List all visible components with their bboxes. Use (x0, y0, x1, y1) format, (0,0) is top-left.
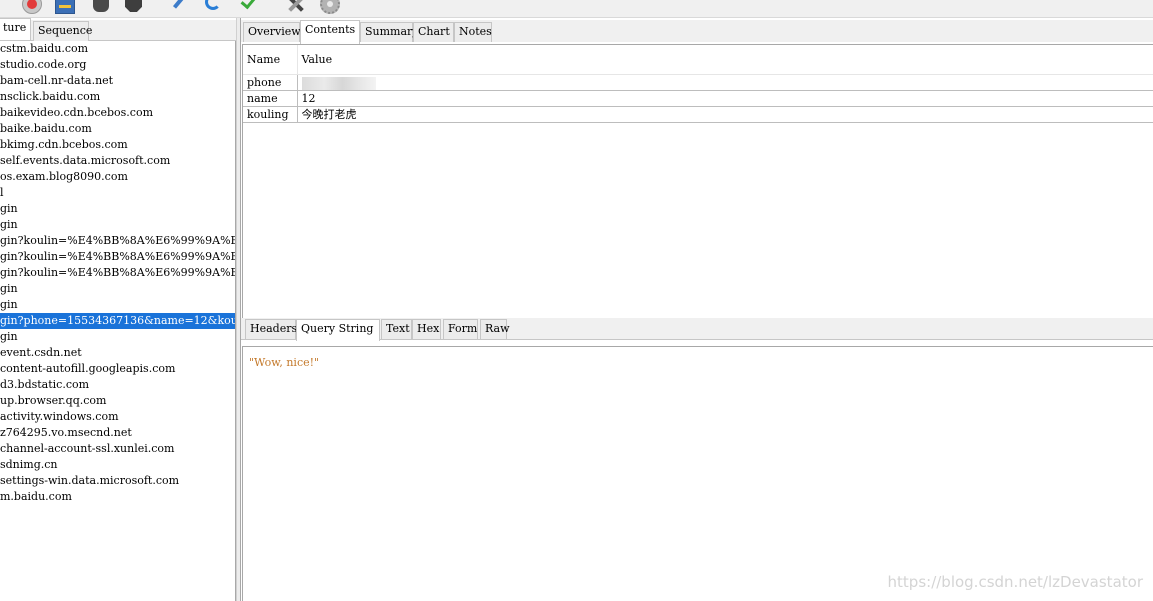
session-item[interactable]: gin (0, 297, 235, 313)
repeat-icon[interactable] (205, 0, 221, 10)
tab-summary[interactable]: Summary (360, 22, 419, 42)
clear-icon[interactable] (93, 0, 109, 12)
param-name: name (243, 90, 298, 107)
tab-raw[interactable]: Raw (480, 319, 510, 339)
session-item[interactable]: m.baidu.com (0, 489, 235, 505)
tab-hex[interactable]: Hex (412, 319, 441, 339)
session-item[interactable]: gin (0, 281, 235, 297)
throttle-icon[interactable] (55, 0, 75, 14)
record-icon[interactable] (22, 0, 42, 14)
response-tab-strip: Headers Query String Text Hex Form Raw (241, 318, 1153, 341)
params-table: Name Value phone name 12 kouling 今晚打老虎 (243, 45, 1153, 123)
session-item[interactable]: cstm.baidu.com (0, 41, 235, 57)
session-item[interactable]: settings-win.data.microsoft.com (0, 473, 235, 489)
session-item[interactable]: gin (0, 217, 235, 233)
stop-icon[interactable] (125, 0, 142, 12)
param-value: 12 (297, 90, 1153, 107)
session-item[interactable]: bam-cell.nr-data.net (0, 73, 235, 89)
session-list-panel: cstm.baidu.com studio.code.org bam-cell.nr… (0, 41, 236, 601)
settings-icon[interactable] (320, 0, 340, 14)
redaction-blur (301, 76, 376, 90)
tools-icon[interactable] (287, 0, 305, 13)
left-tab-strip: ture Sequence (0, 18, 236, 41)
column-header-value[interactable]: Value (297, 45, 1153, 75)
validate-icon[interactable] (240, 0, 256, 12)
tab-chart[interactable]: Chart (413, 22, 454, 42)
tab-text[interactable]: Text (381, 319, 412, 339)
watermark: https://blog.csdn.net/lzDevastator (887, 573, 1143, 591)
table-row[interactable]: phone (243, 74, 1153, 91)
tab-sequence[interactable]: Sequence (33, 21, 92, 41)
session-item-selected[interactable]: gin?phone=15534367136&name=12&kouling=% (0, 313, 235, 329)
table-header-row: Name Value (243, 45, 1153, 75)
session-item[interactable]: gin?koulin=%E4%BB%8A%E6%99%9A%E6%89%93% (0, 265, 235, 281)
tab-query-string[interactable]: Query String (296, 319, 380, 341)
tab-notes[interactable]: Notes (454, 22, 492, 42)
session-item[interactable]: channel-account-ssl.xunlei.com (0, 441, 235, 457)
response-body-text: "Wow, nice!" (249, 356, 320, 369)
column-header-name[interactable]: Name (243, 45, 298, 75)
session-item[interactable]: activity.windows.com (0, 409, 235, 425)
session-item[interactable]: baikevideo.cdn.bcebos.com (0, 105, 235, 121)
session-item[interactable]: nsclick.baidu.com (0, 89, 235, 105)
session-item[interactable]: self.events.data.microsoft.com (0, 153, 235, 169)
tab-capture[interactable]: ture (0, 18, 31, 40)
session-item[interactable]: baike.baidu.com (0, 121, 235, 137)
session-list: cstm.baidu.com studio.code.org bam-cell.nr… (0, 41, 235, 505)
param-name: phone (243, 74, 298, 91)
session-item[interactable]: gin (0, 201, 235, 217)
session-item[interactable]: gin?koulin=%E4%BB%8A%E6%99%9A%E6%89%93% (0, 249, 235, 265)
edit-icon[interactable] (172, 0, 186, 9)
session-item[interactable]: studio.code.org (0, 57, 235, 73)
session-item[interactable]: z764295.vo.msecnd.net (0, 425, 235, 441)
session-item[interactable]: l (0, 185, 235, 201)
session-item[interactable]: d3.bdstatic.com (0, 377, 235, 393)
session-item[interactable]: bkimg.cdn.bcebos.com (0, 137, 235, 153)
table-row[interactable]: name 12 (243, 90, 1153, 107)
session-item[interactable]: sdnimg.cn (0, 457, 235, 473)
tab-overview[interactable]: Overview (243, 22, 301, 42)
contents-pane: Name Value phone name 12 kouling 今晚打老虎 (242, 44, 1153, 320)
session-item[interactable]: content-autofill.googleapis.com (0, 361, 235, 377)
tab-contents[interactable]: Contents (300, 20, 360, 44)
session-item[interactable]: up.browser.qq.com (0, 393, 235, 409)
tab-headers[interactable]: Headers (245, 319, 297, 339)
inspector-tab-strip: Overview Contents Summary Chart Notes (241, 20, 1153, 44)
session-item[interactable]: gin?koulin=%E4%BB%8A%E6%99%9A%E6%89%93% (0, 233, 235, 249)
session-item[interactable]: os.exam.blog8090.com (0, 169, 235, 185)
session-item[interactable]: event.csdn.net (0, 345, 235, 361)
param-value-redacted (297, 74, 1153, 91)
response-pane: "Wow, nice!" (242, 346, 1153, 601)
vertical-splitter[interactable] (236, 18, 241, 601)
tab-form[interactable]: Form (443, 319, 478, 339)
session-item[interactable]: gin (0, 329, 235, 345)
param-name: kouling (243, 106, 298, 123)
param-value: 今晚打老虎 (297, 106, 1153, 123)
toolbar (0, 0, 1153, 18)
table-row[interactable]: kouling 今晚打老虎 (243, 106, 1153, 123)
